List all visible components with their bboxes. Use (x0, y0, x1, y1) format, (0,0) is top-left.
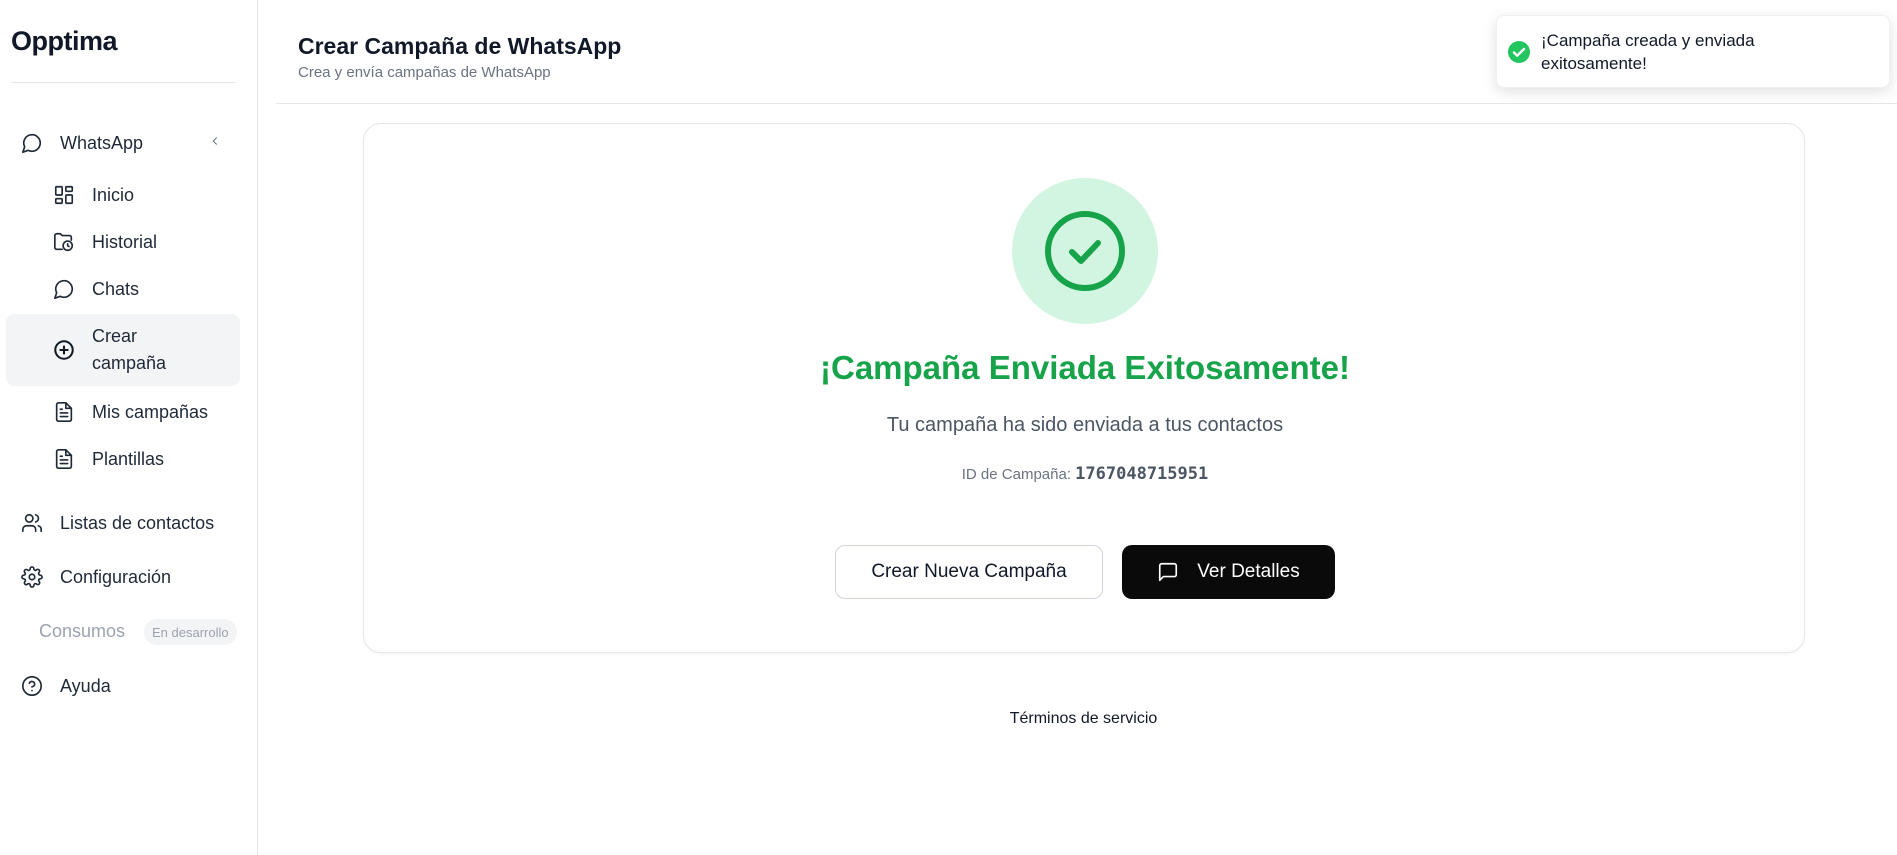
success-title: ¡Campaña Enviada Exitosamente! (820, 349, 1350, 386)
sidebar-item-inicio[interactable]: Inicio (52, 183, 134, 207)
campaign-id-label: ID de Campaña: (961, 466, 1071, 483)
label-line-2: campaña (92, 353, 167, 373)
sidebar-item-label: Listas de contactos (60, 512, 215, 533)
campaign-id: ID de Campaña: 1767048715951 (364, 464, 1806, 484)
document-icon (52, 400, 76, 424)
sidebar-item-listas-contactos[interactable]: Listas de contactos (20, 511, 214, 535)
sidebar-item-label: Mis campañas (92, 401, 209, 422)
brand-divider (11, 82, 236, 83)
status-badge: En desarrollo (144, 619, 237, 645)
sidebar-item-chats[interactable]: Chats (52, 277, 139, 301)
plus-circle-icon (52, 338, 76, 362)
sidebar-item-label: Ayuda (60, 675, 111, 696)
sidebar-item-label: Inicio (92, 184, 135, 205)
sidebar-item-label: Crear campaña (92, 323, 166, 377)
success-subtitle: Tu campaña ha sido enviada a tus contact… (886, 414, 1284, 436)
toast-notification[interactable]: ¡Campaña creada y enviada exitosamente! (1496, 15, 1890, 88)
header-divider (276, 103, 1897, 104)
sidebar-item-mis-campanas[interactable]: Mis campañas (52, 400, 208, 424)
sidebar-item-label: WhatsApp (60, 132, 144, 153)
chat-bubble-icon (20, 131, 44, 155)
chat-bubble-icon (52, 277, 76, 301)
view-details-label: Ver Detalles (1197, 561, 1300, 582)
sidebar-item-crear-campana[interactable]: Crear campaña (52, 323, 166, 377)
sidebar-item-plantillas[interactable]: Plantillas (52, 447, 164, 471)
view-details-button[interactable]: Ver Detalles (1122, 545, 1335, 599)
sidebar-item-ayuda[interactable]: Ayuda (20, 674, 111, 698)
message-square-icon (1157, 561, 1179, 583)
toast-message: ¡Campaña creada y enviada exitosamente! (1541, 30, 1755, 73)
success-card: ¡Campaña Enviada Exitosamente! Tu campañ… (363, 123, 1805, 653)
sidebar-item-label: Chats (92, 278, 140, 299)
folder-clock-icon (52, 230, 76, 254)
terms-link[interactable]: Términos de servicio (1010, 710, 1158, 727)
brand-logo[interactable]: Opptima (11, 26, 118, 57)
sidebar-item-configuracion[interactable]: Configuración (20, 565, 171, 589)
gear-icon (20, 565, 44, 589)
label-line-1: Crear (92, 326, 138, 346)
sidebar-item-historial[interactable]: Historial (52, 230, 157, 254)
sidebar-item-label: Configuración (60, 566, 172, 587)
chevron-left-icon[interactable] (208, 134, 222, 148)
dashboard-icon (52, 183, 76, 207)
sidebar: Opptima WhatsApp Inicio Historial Chats (0, 0, 258, 855)
page-subtitle: Crea y envía campañas de WhatsApp (298, 64, 551, 81)
new-campaign-button[interactable]: Crear Nueva Campaña (835, 545, 1103, 599)
success-check-icon (1012, 178, 1158, 324)
page-title: Crear Campaña de WhatsApp (298, 33, 622, 59)
document-icon (52, 447, 76, 471)
help-circle-icon (20, 674, 44, 698)
sidebar-item-whatsapp[interactable]: WhatsApp (20, 131, 143, 155)
footer: Términos de servicio (258, 710, 1897, 728)
sidebar-item-consumos: Consumos (39, 621, 126, 641)
users-icon (20, 511, 44, 535)
sidebar-item-label: Plantillas (92, 448, 165, 469)
check-circle-icon (1507, 40, 1531, 64)
campaign-id-value: 1767048715951 (1075, 464, 1209, 484)
sidebar-item-label: Historial (92, 231, 158, 252)
